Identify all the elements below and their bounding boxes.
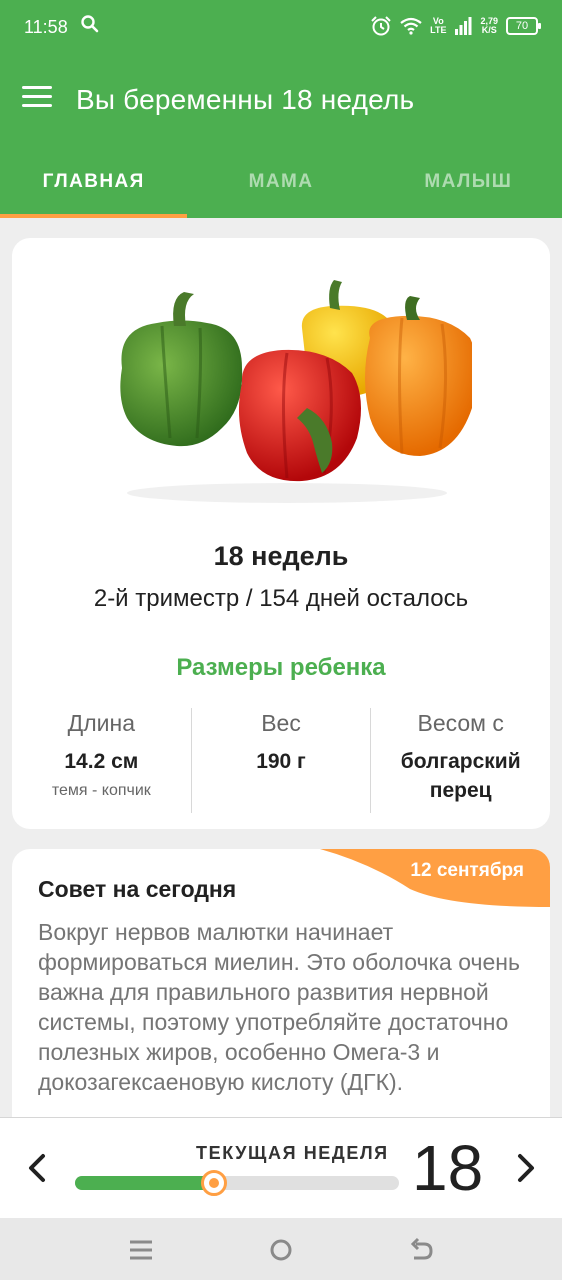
- wifi-icon: [400, 17, 422, 35]
- signal-icon: [455, 17, 472, 35]
- week-title: 18 недель: [213, 541, 349, 571]
- home-icon[interactable]: [266, 1236, 296, 1264]
- trimester-info: 2-й триместр / 154 дней осталось: [93, 585, 469, 612]
- status-bar: 11:58 Vo LTE 2,79 K/S 70: [0, 0, 562, 58]
- network-type: Vo LTE: [430, 17, 446, 35]
- week-slider[interactable]: [75, 1170, 399, 1196]
- week-info-card: 18 недель 2-й триместр / 154 дней остало…: [12, 238, 550, 829]
- search-icon: [81, 15, 99, 33]
- length-value: 14.2 см: [64, 750, 139, 773]
- tab-baby[interactable]: МАЛЫШ: [375, 144, 562, 218]
- current-week-label: ТЕКУЩАЯ НЕДЕЛЯ: [196, 1143, 389, 1163]
- length-column: Длина 14.2 см темя - копчик: [12, 708, 191, 813]
- compare-value: болгарский перец: [400, 750, 521, 802]
- length-note: темя - копчик: [51, 782, 151, 799]
- daily-tip-card[interactable]: 12 сентября Совет на сегодня Вокруг нерв…: [12, 849, 550, 1149]
- bell-peppers-image: [120, 280, 472, 503]
- compare-label: Весом с: [417, 710, 504, 736]
- tab-main[interactable]: ГЛАВНАЯ: [0, 144, 188, 218]
- current-week-number: 18: [412, 1132, 484, 1204]
- weight-column: Вес 190 г: [190, 708, 371, 813]
- battery-icon: 70: [506, 17, 541, 35]
- tab-bar: ГЛАВНАЯ МАМА МАЛЫШ: [0, 144, 562, 218]
- net-speed-unit: K/S: [481, 25, 497, 35]
- net-speed: 2,79 K/S: [480, 17, 498, 35]
- system-nav-bar: [0, 1218, 562, 1280]
- baby-sizes-row: Длина 14.2 см темя - копчик Вес 190 г Ве…: [12, 708, 550, 813]
- alarm-icon: [371, 16, 391, 36]
- network-type-bottom: LTE: [430, 25, 447, 35]
- tip-title: Совет на сегодня: [38, 876, 237, 902]
- back-icon[interactable]: [406, 1236, 436, 1264]
- week-slider-thumb[interactable]: [201, 1170, 228, 1196]
- tab-mom[interactable]: МАМА: [187, 144, 374, 218]
- week-selector-panel: ТЕКУЩАЯ НЕДЕЛЯ 18: [0, 1117, 562, 1219]
- tip-body: Вокруг нервов малютки начинает формирова…: [38, 919, 520, 1095]
- status-time: 11:58: [24, 17, 68, 37]
- length-label: Длина: [67, 710, 135, 736]
- page-title: Вы беременны 18 недель: [76, 84, 415, 115]
- weight-value: 190 г: [256, 750, 306, 773]
- chevron-right-icon[interactable]: [505, 1148, 545, 1188]
- baby-sizes-title: Размеры ребенка: [176, 654, 386, 681]
- weight-label: Вес: [261, 710, 301, 736]
- tip-date: 12 сентября: [410, 860, 524, 881]
- compare-column: Весом с болгарский перец: [370, 708, 550, 813]
- recents-icon[interactable]: [126, 1236, 156, 1264]
- week-slider-fill: [75, 1176, 215, 1190]
- app-bar: Вы беременны 18 недель: [0, 58, 562, 144]
- menu-icon[interactable]: [22, 86, 52, 110]
- chevron-left-icon[interactable]: [18, 1148, 58, 1188]
